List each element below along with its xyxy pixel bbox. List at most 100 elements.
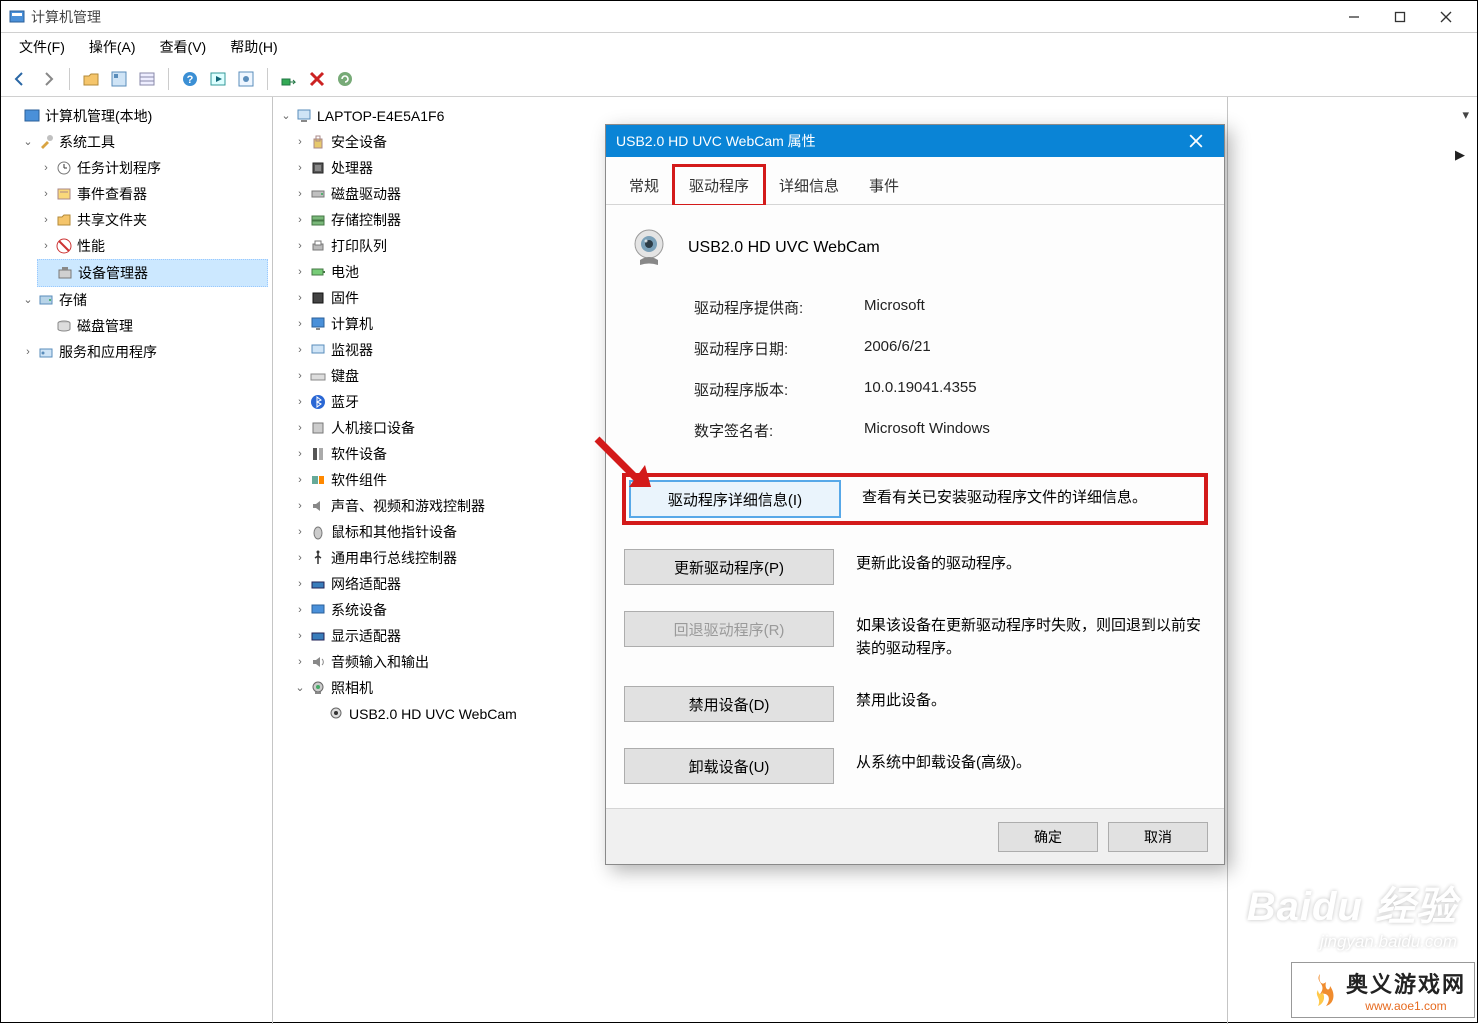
tab-driver[interactable]: 驱动程序 (674, 166, 764, 205)
window-controls (1331, 2, 1469, 32)
tree-label: 显示适配器 (331, 624, 401, 648)
tree-storage[interactable]: ⌄存储 (19, 287, 268, 313)
system-icon (309, 601, 327, 619)
tree-shared-folders[interactable]: ›共享文件夹 (37, 207, 268, 233)
tree-root[interactable]: ▾ 计算机管理(本地) (5, 103, 268, 129)
device-webcam-icon (628, 227, 670, 269)
tools-icon (37, 133, 55, 151)
close-button[interactable] (1423, 2, 1469, 32)
device-mgr-icon (56, 264, 74, 282)
tree-label: 监视器 (331, 338, 373, 362)
tree-label: 键盘 (331, 364, 359, 388)
disable-device-button[interactable]: 禁用设备(D) (624, 686, 834, 722)
toolbar-separator (69, 68, 70, 90)
software-dev-icon (309, 445, 327, 463)
baidu-watermark: Baidu 经验 jingyan.baidu.com (1247, 874, 1457, 952)
tree-label: 打印队列 (331, 234, 387, 258)
tree-event-viewer[interactable]: ›事件查看器 (37, 181, 268, 207)
display-icon (309, 341, 327, 359)
minimize-button[interactable] (1331, 2, 1377, 32)
scan-button[interactable] (276, 66, 302, 92)
tree-label: 性能 (77, 234, 105, 258)
audio-icon (309, 653, 327, 671)
menu-help[interactable]: 帮助(H) (220, 33, 287, 61)
tree-label: 任务计划程序 (77, 156, 161, 180)
tree-label: 鼠标和其他指针设备 (331, 520, 457, 544)
tree-label: 通用串行总线控制器 (331, 546, 457, 570)
uninstall-device-button[interactable]: 卸载设备(U) (624, 748, 834, 784)
tab-details[interactable]: 详细信息 (764, 166, 854, 205)
collapse-icon[interactable]: ▾ (1462, 107, 1469, 123)
network-icon (309, 575, 327, 593)
back-button[interactable] (7, 66, 33, 92)
properties-button[interactable] (106, 66, 132, 92)
tree-performance[interactable]: ›性能 (37, 233, 268, 259)
sw-component-icon (309, 471, 327, 489)
tree-task-scheduler[interactable]: ›任务计划程序 (37, 155, 268, 181)
tree-services-apps[interactable]: ›服务和应用程序 (19, 339, 268, 365)
menu-action[interactable]: 操作(A) (79, 33, 146, 61)
dialog-close-button[interactable] (1178, 129, 1214, 153)
usb-icon (309, 549, 327, 567)
toolbar-separator (267, 68, 268, 90)
tree-label: 共享文件夹 (77, 208, 147, 232)
tree-label: 人机接口设备 (331, 416, 415, 440)
dialog-footer: 确定 取消 (606, 808, 1224, 864)
storage-ctrl-icon (309, 211, 327, 229)
toolbar-separator (168, 68, 169, 90)
tree-label: 软件组件 (331, 468, 387, 492)
tree-label: 声音、视频和游戏控制器 (331, 494, 485, 518)
provider-label: 驱动程序提供商: (694, 297, 864, 318)
signer-label: 数字签名者: (694, 420, 864, 441)
tab-events[interactable]: 事件 (854, 166, 914, 205)
watermark-cn: 经验 (1375, 885, 1457, 929)
menu-view[interactable]: 查看(V) (150, 33, 217, 61)
tree-label: 网络适配器 (331, 572, 401, 596)
tree-label: 磁盘驱动器 (331, 182, 401, 206)
tree-device-manager[interactable]: ›设备管理器 (37, 259, 268, 287)
refresh-button[interactable] (332, 66, 358, 92)
tree-system-tools[interactable]: ⌄系统工具 (19, 129, 268, 155)
dialog-titlebar: USB2.0 HD UVC WebCam 属性 (606, 125, 1224, 157)
tab-general[interactable]: 常规 (614, 166, 674, 205)
signer-value: Microsoft Windows (864, 420, 990, 441)
cancel-button[interactable]: 取消 (1108, 822, 1208, 852)
annotation-arrow (589, 431, 659, 501)
tree-label: 蓝牙 (331, 390, 359, 414)
menu-bar: 文件(F) 操作(A) 查看(V) 帮助(H) (1, 33, 1477, 61)
camera-icon (309, 679, 327, 697)
tree-disk-mgmt[interactable]: ›磁盘管理 (37, 313, 268, 339)
properties-dialog: USB2.0 HD UVC WebCam 属性 常规 驱动程序 详细信息 事件 … (605, 124, 1225, 865)
maximize-button[interactable] (1377, 2, 1423, 32)
delete-button[interactable] (304, 66, 330, 92)
menu-file[interactable]: 文件(F) (9, 33, 75, 61)
version-label: 驱动程序版本: (694, 379, 864, 400)
tree-label: 软件设备 (331, 442, 387, 466)
perf-icon (55, 237, 73, 255)
help-button[interactable]: ? (177, 66, 203, 92)
tree-label: LAPTOP-E4E5A1F6 (317, 104, 444, 128)
forward-button[interactable] (35, 66, 61, 92)
driver-details-button[interactable]: 驱动程序详细信息(I) (630, 481, 840, 517)
tree-label: 服务和应用程序 (59, 340, 157, 364)
tree-label: USB2.0 HD UVC WebCam (349, 702, 517, 726)
date-label: 驱动程序日期: (694, 338, 864, 359)
tree-label: 系统工具 (59, 130, 115, 154)
expand-icon[interactable]: ▶ (1455, 147, 1465, 163)
rollback-driver-button: 回退驱动程序(R) (624, 611, 834, 647)
ok-button[interactable]: 确定 (998, 822, 1098, 852)
show-hidden-button[interactable] (233, 66, 259, 92)
up-folder-button[interactable] (78, 66, 104, 92)
tree-label: 系统设备 (331, 598, 387, 622)
dialog-body: USB2.0 HD UVC WebCam 驱动程序提供商:Microsoft 驱… (606, 205, 1224, 864)
storage-icon (37, 291, 55, 309)
left-navigation-tree[interactable]: ▾ 计算机管理(本地) ⌄系统工具 ›任务计划程序 ›事件查看器 ›共享文件夹 … (1, 97, 273, 1024)
list-button[interactable] (134, 66, 160, 92)
update-driver-button[interactable]: 更新驱动程序(P) (624, 549, 834, 585)
cpu-icon (309, 159, 327, 177)
action-button[interactable] (205, 66, 231, 92)
computer-mgmt-icon (23, 107, 41, 125)
webcam-icon (327, 705, 345, 723)
printer-icon (309, 237, 327, 255)
site-badge: 奥义游戏网 www.aoe1.com (1291, 962, 1475, 1018)
